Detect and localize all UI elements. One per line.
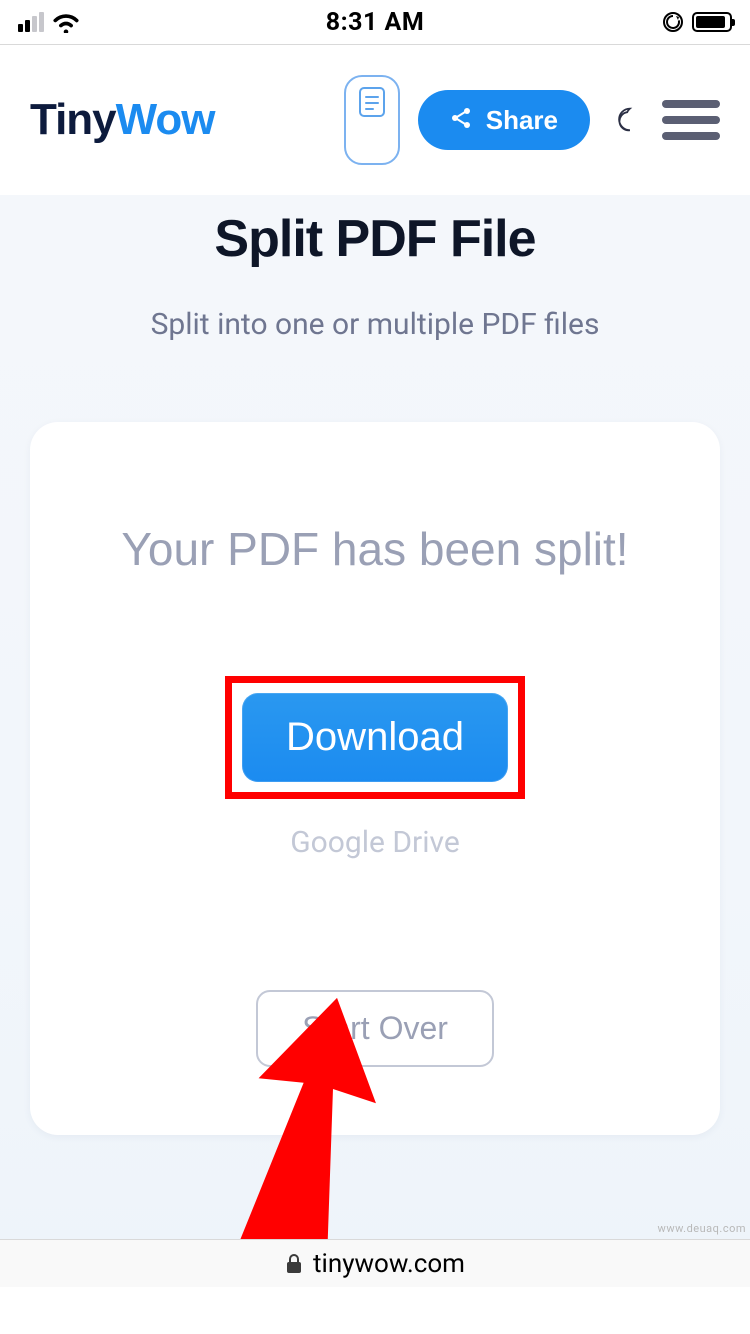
battery-icon	[692, 12, 732, 32]
dark-mode-toggle[interactable]	[608, 102, 644, 138]
watermark-text: www.deuaq.com	[658, 1222, 746, 1235]
main-content: Split PDF File Split into one or multipl…	[0, 195, 750, 1287]
url-domain: tinywow.com	[313, 1249, 465, 1279]
page-title: Split PDF File	[0, 209, 750, 269]
download-button[interactable]: Download	[242, 693, 508, 782]
share-button-label: Share	[486, 105, 558, 136]
logo-text-wow: Wow	[116, 95, 215, 144]
page-subtitle: Split into one or multiple PDF files	[0, 307, 750, 342]
google-drive-link[interactable]: Google Drive	[70, 825, 680, 860]
rotation-lock-icon	[662, 11, 684, 33]
hamburger-menu-button[interactable]	[662, 96, 720, 144]
logo[interactable]: TinyWow	[30, 95, 215, 145]
wifi-icon	[52, 11, 80, 33]
share-button[interactable]: Share	[418, 90, 590, 150]
start-over-label: Start Over	[302, 1010, 448, 1046]
moon-icon	[611, 105, 641, 135]
google-drive-label: Google Drive	[290, 825, 460, 860]
app-header: TinyWow Share	[0, 45, 750, 195]
result-message: Your PDF has been split!	[70, 518, 680, 580]
logo-text-tiny: Tiny	[30, 95, 116, 144]
status-time: 8:31 AM	[326, 8, 424, 37]
result-card: Your PDF has been split! Download Google…	[30, 422, 720, 1135]
start-over-button[interactable]: Start Over	[256, 990, 494, 1067]
browser-url-bar[interactable]: tinywow.com	[0, 1239, 750, 1287]
cellular-signal-icon	[18, 12, 44, 32]
document-pill-icon[interactable]	[344, 75, 400, 165]
ios-status-bar: 8:31 AM	[0, 0, 750, 44]
share-icon	[450, 105, 472, 136]
lock-icon	[285, 1254, 303, 1274]
annotation-highlight-box: Download	[225, 676, 525, 799]
download-button-label: Download	[286, 715, 464, 759]
